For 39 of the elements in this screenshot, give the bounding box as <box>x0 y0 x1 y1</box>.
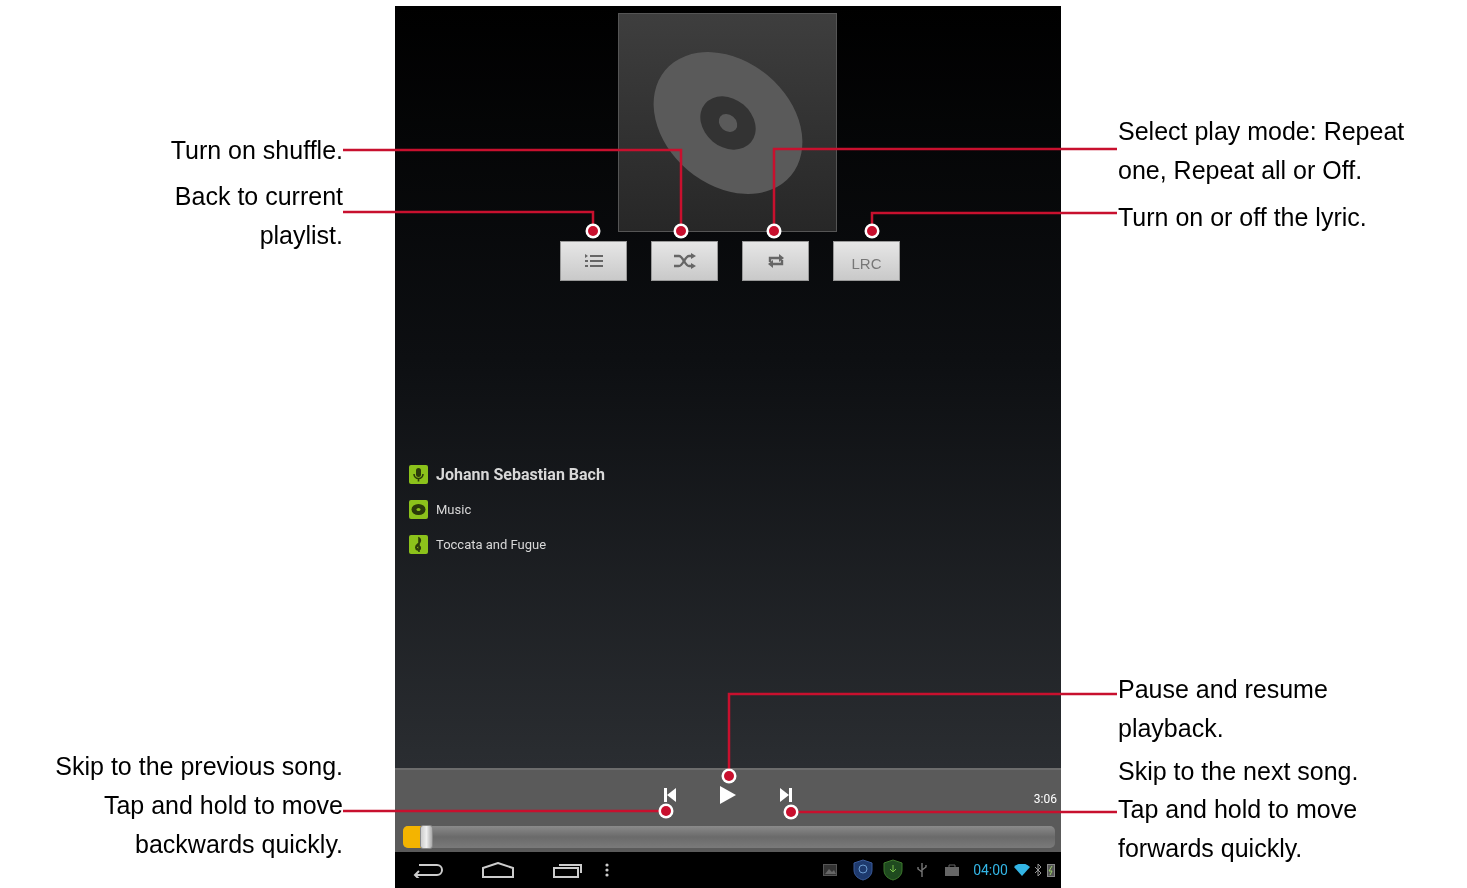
clock-time: 04:00 <box>973 862 1008 878</box>
callout-label: Tap and hold to move backwards quickly. <box>102 790 343 860</box>
shuffle-icon <box>672 253 697 269</box>
lyric-button[interactable]: LRC <box>833 241 900 281</box>
artist-name: Johann Sebastian Bach <box>436 465 605 484</box>
callout-label: Back to current playlist. <box>173 181 343 251</box>
shopping-bag-icon <box>945 864 960 876</box>
microphone-icon <box>409 465 428 484</box>
previous-icon[interactable] <box>664 788 676 802</box>
progress-track[interactable] <box>403 826 1055 848</box>
duration-label: 3:06 <box>1033 792 1057 806</box>
back-icon[interactable] <box>413 862 443 878</box>
play-icon[interactable] <box>720 786 736 804</box>
bluetooth-icon <box>1034 863 1042 877</box>
progress-thumb[interactable] <box>419 825 433 849</box>
battery-icon <box>1047 863 1055 877</box>
callout-label: Tap and hold to move forwards quickly. <box>1118 794 1359 864</box>
callout-label: Turn on shuffle. <box>169 135 343 166</box>
album-name: Music <box>436 502 472 517</box>
playlist-icon <box>583 253 604 269</box>
wifi-icon <box>1014 864 1030 876</box>
callout-label: Select play mode: Repeat one, Repeat all or Off. <box>1118 116 1406 186</box>
repeat-button[interactable] <box>742 241 809 281</box>
song-title: Toccata and Fugue <box>436 537 547 552</box>
shuffle-button[interactable] <box>651 241 718 281</box>
shield-icon <box>883 859 904 881</box>
callout-label: Skip to the previous song. <box>54 751 343 782</box>
recent-apps-icon[interactable] <box>553 862 583 878</box>
usb-icon <box>917 863 928 877</box>
callout-label: Turn on or off the lyric. <box>1118 202 1368 233</box>
next-icon[interactable] <box>780 788 792 802</box>
picture-icon <box>823 864 838 876</box>
menu-icon[interactable] <box>605 863 609 877</box>
shield-icon <box>853 859 874 881</box>
playlist-button[interactable] <box>560 241 627 281</box>
treble-clef-icon <box>409 535 428 554</box>
home-icon[interactable] <box>481 862 515 878</box>
callout-label: Skip to the next song. <box>1118 756 1360 787</box>
callout-label: Pause and resume playback. <box>1118 674 1329 744</box>
